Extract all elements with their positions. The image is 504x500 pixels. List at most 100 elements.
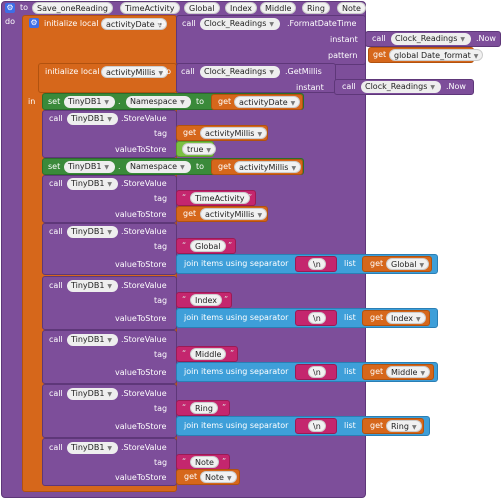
method-storevalue: .StoreValue bbox=[121, 443, 167, 452]
var-activitymillis[interactable]: activityMillis ▼ bbox=[234, 161, 302, 173]
component-tinydb1[interactable]: TinyDB1 ▼ bbox=[67, 442, 119, 454]
component-clock-readings[interactable]: Clock_Readings ▼ bbox=[361, 81, 441, 93]
get-label: get bbox=[373, 50, 387, 59]
text-note[interactable]: Note bbox=[190, 456, 219, 468]
component-clock-readings[interactable]: Clock_Readings ▼ bbox=[200, 66, 280, 78]
get-label: get bbox=[370, 259, 384, 268]
separator-newline[interactable]: \n bbox=[308, 420, 326, 432]
gear-icon[interactable]: ⚙ bbox=[29, 18, 39, 28]
text-ring[interactable]: Ring bbox=[190, 402, 218, 414]
init-local-label: initialize local bbox=[45, 67, 100, 76]
get-label: get bbox=[183, 128, 197, 137]
param-index[interactable]: Index bbox=[225, 2, 258, 14]
join-label: join items using separator bbox=[184, 259, 289, 268]
param-ring[interactable]: Ring bbox=[302, 2, 330, 14]
pattern-label: pattern bbox=[328, 51, 358, 60]
instant-label: instant bbox=[330, 35, 358, 44]
var-index[interactable]: Index ▼ bbox=[386, 312, 426, 324]
property-name: Namespace bbox=[130, 162, 178, 171]
text-index[interactable]: Index bbox=[190, 294, 223, 306]
method-storevalue: .StoreValue bbox=[121, 227, 167, 236]
dropdown-arrow-icon: ▼ bbox=[107, 337, 113, 344]
call-label: call bbox=[372, 34, 386, 43]
separator-newline[interactable]: \n bbox=[308, 366, 326, 378]
init-local-label: initialize local bbox=[44, 19, 99, 28]
call-label: call bbox=[49, 335, 63, 344]
dropdown-arrow-icon: ▼ bbox=[104, 99, 110, 106]
component-tinydb1[interactable]: TinyDB1 ▼ bbox=[67, 280, 119, 292]
var-activitymillis[interactable]: activityMillis ▼ bbox=[101, 66, 169, 78]
tag-label: tag bbox=[154, 296, 168, 305]
method-storevalue: .StoreValue bbox=[121, 179, 167, 188]
quote-close: ” bbox=[248, 193, 253, 202]
var-name: Index bbox=[391, 314, 414, 323]
init-to-label: to bbox=[158, 19, 167, 28]
param-global[interactable]: Global bbox=[184, 2, 220, 14]
var-middle[interactable]: Middle ▼ bbox=[386, 366, 431, 378]
method-now: .Now bbox=[446, 82, 466, 91]
quote-close: ” bbox=[230, 349, 235, 358]
gear-icon[interactable]: ⚙ bbox=[5, 3, 15, 13]
component-name: TinyDB1 bbox=[71, 335, 105, 344]
component-tinydb1[interactable]: TinyDB1 ▼ bbox=[67, 334, 119, 346]
set-to-label: to bbox=[196, 162, 205, 171]
component-clock-readings[interactable]: Clock_Readings ▼ bbox=[391, 33, 471, 45]
var-activitymillis[interactable]: activityMillis ▼ bbox=[200, 208, 268, 220]
component-tinydb1[interactable]: TinyDB1 ▼ bbox=[67, 113, 119, 125]
dropdown-arrow-icon: ▼ bbox=[104, 164, 110, 171]
separator-newline[interactable]: \n bbox=[308, 312, 326, 324]
quote-close: ” bbox=[222, 457, 227, 466]
method-storevalue: .StoreValue bbox=[121, 389, 167, 398]
property-name: Namespace bbox=[130, 97, 178, 106]
get-label: get bbox=[370, 421, 384, 430]
component-tinydb1[interactable]: TinyDB1 ▼ bbox=[67, 226, 119, 238]
var-global[interactable]: Global ▼ bbox=[386, 258, 430, 270]
separator-newline[interactable]: \n bbox=[308, 258, 326, 270]
var-note[interactable]: Note ▼ bbox=[200, 471, 237, 483]
boolean-true[interactable]: true ▼ bbox=[182, 143, 217, 155]
var-activitydate[interactable]: activityDate ▼ bbox=[234, 96, 301, 108]
component-name: Clock_Readings bbox=[365, 82, 428, 91]
list-label: list bbox=[344, 313, 356, 322]
component-name: Clock_Readings bbox=[204, 19, 267, 28]
dropdown-arrow-icon: ▼ bbox=[107, 391, 113, 398]
var-activitymillis[interactable]: activityMillis ▼ bbox=[200, 127, 268, 139]
var-ring[interactable]: Ring ▼ bbox=[386, 420, 422, 432]
var-name: global Date_format bbox=[394, 51, 471, 60]
quote-open: “ bbox=[182, 193, 187, 202]
component-tinydb1[interactable]: TinyDB1 ▼ bbox=[67, 388, 119, 400]
quote-open: “ bbox=[182, 403, 187, 412]
component-tinydb1[interactable]: TinyDB1 ▼ bbox=[64, 96, 116, 108]
component-tinydb1[interactable]: TinyDB1 ▼ bbox=[64, 161, 116, 173]
dropdown-arrow-icon: ▼ bbox=[107, 283, 113, 290]
list-label: list bbox=[344, 367, 356, 376]
param-middle[interactable]: Middle bbox=[260, 2, 297, 14]
dropdown-arrow-icon: ▼ bbox=[460, 36, 465, 43]
component-tinydb1[interactable]: TinyDB1 ▼ bbox=[67, 178, 119, 190]
dropdown-arrow-icon: ▼ bbox=[420, 370, 426, 377]
component-name: TinyDB1 bbox=[71, 227, 105, 236]
dot-label: . bbox=[118, 97, 121, 106]
valuetostore-label: valueToStore bbox=[115, 260, 167, 269]
text-middle[interactable]: Middle bbox=[190, 348, 227, 360]
dropdown-arrow-icon: ▼ bbox=[180, 99, 185, 106]
join-label: join items using separator bbox=[184, 367, 289, 376]
text-timeactivity[interactable]: TimeActivity bbox=[190, 192, 250, 204]
component-clock-readings[interactable]: Clock_Readings ▼ bbox=[200, 18, 280, 30]
property-namespace[interactable]: Namespace ▼ bbox=[126, 96, 191, 108]
component-name: TinyDB1 bbox=[71, 389, 105, 398]
component-name: TinyDB1 bbox=[68, 162, 102, 171]
call-label: call bbox=[49, 179, 63, 188]
procedure-name[interactable]: Save_oneReading bbox=[32, 2, 113, 14]
var-global-date-format[interactable]: global Date_format ▼ bbox=[389, 49, 484, 61]
tag-label: tag bbox=[154, 458, 168, 467]
component-name: TinyDB1 bbox=[68, 97, 102, 106]
init-to-label: to bbox=[163, 67, 172, 76]
dropdown-arrow-icon: ▼ bbox=[430, 84, 435, 91]
param-note[interactable]: Note bbox=[337, 2, 366, 14]
param-timeactivity[interactable]: TimeActivity bbox=[120, 2, 180, 14]
var-name: activityMillis bbox=[205, 210, 255, 219]
dropdown-arrow-icon: ▼ bbox=[269, 69, 274, 76]
property-namespace[interactable]: Namespace ▼ bbox=[126, 161, 191, 173]
text-global[interactable]: Global bbox=[190, 240, 226, 252]
